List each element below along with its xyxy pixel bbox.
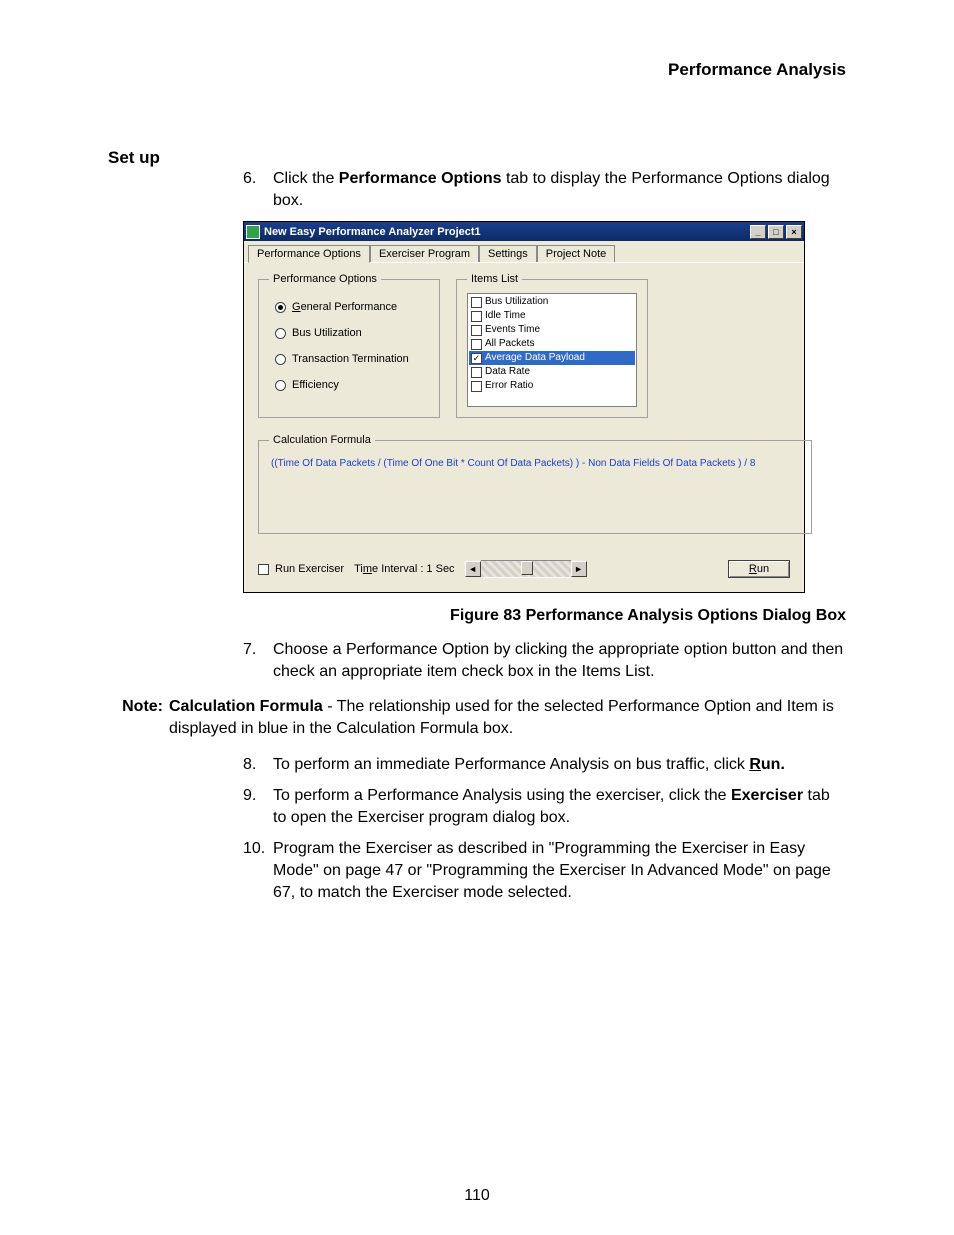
step-bold: Performance Options [339,170,502,187]
step-bold: Exerciser [731,787,803,804]
list-item[interactable]: Data Rate [469,365,635,379]
calculation-formula-text: ((Time Of Data Packets / (Time Of One Bi… [269,454,801,473]
step-number: 10. [243,838,265,860]
tab-exerciser-program[interactable]: Exerciser Program [370,245,479,262]
radio-icon [275,328,286,339]
window-buttons: _ □ × [750,225,802,239]
tab-performance-options[interactable]: Performance Options [248,245,370,263]
figure-caption: Figure 83 Performance Analysis Options D… [243,607,846,625]
titlebar[interactable]: New Easy Performance Analyzer Project1 _… [244,222,804,241]
step-10: 10. Program the Exerciser as described i… [243,838,846,903]
page: Performance Analysis Set up 6. Click the… [0,0,954,1235]
time-interval-slider[interactable]: ◄ ► [465,560,587,578]
list-item[interactable]: Idle Time [469,309,635,323]
radio-label: Transaction Termination [292,353,409,365]
radio-efficiency[interactable]: Efficiency [275,379,429,391]
performance-options-group: Performance Options General Performance … [258,273,440,418]
steps-block-2: 8. To perform an immediate Performance A… [243,754,846,904]
list-item-label: Error Ratio [485,379,533,393]
time-interval-label: Time Interval : 1 Sec [354,563,454,575]
run-button[interactable]: Run [728,560,790,578]
slider-thumb[interactable] [521,561,533,575]
list-item-label: Events Time [485,323,540,337]
checkbox-icon[interactable] [471,339,482,350]
maximize-button[interactable]: □ [768,225,784,239]
setup-section: Set up [108,148,846,168]
radio-label: General Performance [292,301,397,313]
tab-strip: Performance Options Exerciser Program Se… [244,241,804,263]
radio-general-performance[interactable]: General Performance [275,301,429,313]
list-item-label: Bus Utilization [485,295,548,309]
running-header: Performance Analysis [108,60,846,80]
window-title: New Easy Performance Analyzer Project1 [264,226,481,238]
list-item[interactable]: Average Data Payload [469,351,635,365]
performance-options-legend: Performance Options [269,273,381,285]
slider-track[interactable] [481,560,571,578]
dialog-client: Performance Options General Performance … [244,263,804,592]
list-item[interactable]: Events Time [469,323,635,337]
items-list-group: Items List Bus Utilization Idle Time Eve… [456,273,648,418]
step-7: 7. Choose a Performance Option by clicki… [243,639,846,682]
radio-label: Bus Utilization [292,327,362,339]
dialog-window: New Easy Performance Analyzer Project1 _… [243,221,805,593]
run-exerciser-checkbox[interactable]: Run Exerciser [258,563,344,575]
checkbox-icon[interactable] [471,367,482,378]
step-text: Click the [273,170,339,187]
items-listbox[interactable]: Bus Utilization Idle Time Events Time Al… [467,293,637,407]
slider-left-button[interactable]: ◄ [465,561,481,577]
setup-label: Set up [108,148,160,167]
radio-transaction-termination[interactable]: Transaction Termination [275,353,429,365]
note: Note: Calculation Formula - The relation… [108,696,846,739]
step-text: Choose a Performance Option by clicking … [273,641,843,680]
calculation-formula-legend: Calculation Formula [269,434,375,446]
step-number: 6. [243,168,256,190]
list-item-label: Average Data Payload [485,351,585,365]
step-number: 7. [243,639,256,661]
checkbox-icon[interactable] [258,564,269,575]
steps-block-1: 6. Click the Performance Options tab to … [243,168,846,682]
note-body: Calculation Formula - The relationship u… [169,696,846,739]
step-text: To perform an immediate Performance Anal… [273,756,749,773]
minimize-button[interactable]: _ [750,225,766,239]
radio-icon [275,302,286,313]
tab-settings[interactable]: Settings [479,245,537,262]
run-exerciser-label: Run Exerciser [275,563,344,575]
list-item-label: Idle Time [485,309,526,323]
step-bold: Run. [749,756,785,773]
step-text: To perform a Performance Analysis using … [273,787,731,804]
checkbox-icon[interactable] [471,353,482,364]
items-list-legend: Items List [467,273,522,285]
step-text: Program the Exerciser as described in "P… [273,840,831,900]
page-number: 110 [0,1187,954,1205]
step-number: 8. [243,754,256,776]
step-8: 8. To perform an immediate Performance A… [243,754,846,776]
radio-bus-utilization[interactable]: Bus Utilization [275,327,429,339]
app-icon [246,225,260,239]
list-item[interactable]: Bus Utilization [469,295,635,309]
bottom-bar: Run Exerciser Time Interval : 1 Sec ◄ ► … [258,560,790,578]
checkbox-icon[interactable] [471,381,482,392]
list-item-label: Data Rate [485,365,530,379]
step-6: 6. Click the Performance Options tab to … [243,168,846,211]
checkbox-icon[interactable] [471,311,482,322]
radio-icon [275,380,286,391]
radio-icon [275,354,286,365]
step-number: 9. [243,785,256,807]
step-9: 9. To perform a Performance Analysis usi… [243,785,846,828]
note-label: Note: [108,696,169,739]
radio-label: Efficiency [292,379,339,391]
close-button[interactable]: × [786,225,802,239]
checkbox-icon[interactable] [471,325,482,336]
slider-right-button[interactable]: ► [571,561,587,577]
checkbox-icon[interactable] [471,297,482,308]
list-item-label: All Packets [485,337,534,351]
list-item[interactable]: All Packets [469,337,635,351]
list-item[interactable]: Error Ratio [469,379,635,393]
tab-project-note[interactable]: Project Note [537,245,616,262]
note-bold: Calculation Formula [169,698,323,715]
calculation-formula-group: Calculation Formula ((Time Of Data Packe… [258,434,812,534]
